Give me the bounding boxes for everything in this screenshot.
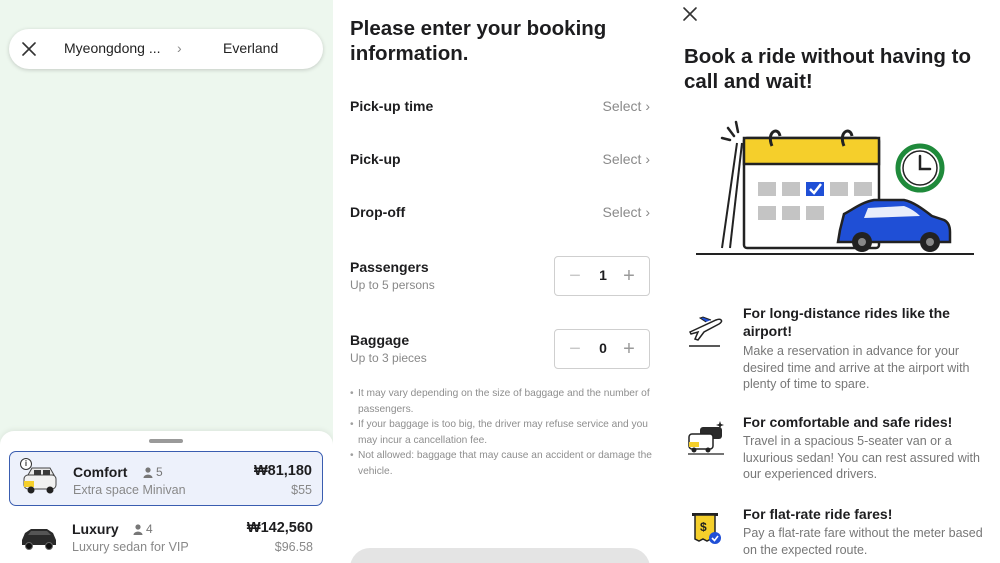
ride-capacity: 5 [143, 465, 163, 479]
person-icon [143, 466, 153, 478]
passengers-stepper: − 1 + [554, 256, 650, 296]
feature-title: For flat-rate ride fares! [743, 506, 893, 522]
pickup-row[interactable]: Pick-up Select › [350, 151, 650, 175]
sheet-drag-handle[interactable] [149, 439, 183, 443]
van-icon [688, 421, 724, 455]
ride-name: Luxury [72, 521, 119, 537]
ride-price-krw: ₩142,560 [246, 520, 313, 536]
plus-button[interactable]: + [619, 265, 639, 287]
note-item: It may vary depending on the size of bag… [350, 386, 656, 417]
pickup-time-select[interactable]: Select › [603, 98, 650, 114]
close-icon[interactable] [9, 29, 49, 69]
ride-options-sheet: i Comfort 5 Extra space Minivan ₩81,180 … [0, 431, 333, 563]
baggage-stepper: − 0 + [554, 329, 650, 369]
svg-text:$: $ [700, 520, 707, 534]
feature-body: Make a reservation in advance for your d… [743, 344, 970, 392]
passengers-limit: Up to 5 persons [350, 278, 435, 292]
feature-title: For long-distance rides like the airport… [743, 305, 950, 339]
route-destination[interactable]: Everland [223, 40, 278, 56]
baggage-count: 0 [599, 340, 607, 356]
chevron-right-icon: › [645, 98, 650, 114]
receipt-icon: $ [692, 513, 721, 544]
page-title: Please enter your booking information. [350, 17, 607, 65]
passengers-label: Passengers [350, 259, 429, 275]
ride-capacity: 4 [133, 522, 153, 536]
feature-title: For comfortable and safe rides! [743, 414, 953, 430]
note-item: Not allowed: baggage that may cause an a… [350, 448, 656, 479]
feature-body: Travel in a spacious 5-seater van or a l… [743, 434, 980, 482]
ride-name: Comfort [73, 464, 128, 480]
passengers-count: 1 [599, 267, 607, 283]
minus-button[interactable]: − [565, 338, 585, 360]
confirm-button[interactable] [350, 548, 650, 563]
baggage-limit: Up to 3 pieces [350, 351, 427, 365]
chevron-right-icon: › [177, 40, 182, 56]
ride-price-usd: $96.58 [274, 540, 313, 554]
close-icon[interactable] [681, 5, 699, 23]
ride-option-luxury[interactable]: Luxury 4 Luxury sedan for VIP ₩142,560 $… [9, 509, 323, 563]
dropoff-select[interactable]: Select › [603, 204, 650, 220]
chevron-right-icon: › [645, 204, 650, 220]
minus-button[interactable]: − [565, 265, 585, 287]
feature-body: Pay a flat-rate fare without the meter b… [743, 526, 983, 557]
ride-price-krw: ₩81,180 [253, 463, 312, 479]
pickup-select[interactable]: Select › [603, 151, 650, 167]
select-text: Select [602, 151, 642, 167]
ride-capacity-value: 4 [146, 522, 153, 536]
chevron-right-icon: › [645, 151, 650, 167]
minivan-icon [23, 467, 57, 494]
promo-panel: Book a ride without having to call and w… [667, 0, 1000, 563]
select-text: Select [602, 98, 642, 114]
map-panel: Myeongdong ... › Everland i Comfort 5 Ex… [0, 0, 333, 563]
calendar-car-illustration [696, 120, 974, 255]
baggage-label: Baggage [350, 332, 410, 348]
field-label: Pick-up [350, 151, 401, 167]
person-icon [133, 523, 143, 535]
note-item: If your baggage is too big, the driver m… [350, 417, 656, 448]
promo-title: Book a ride without having to call and w… [684, 45, 971, 93]
field-label: Pick-up time [350, 98, 434, 114]
route-bar[interactable]: Myeongdong ... › Everland [9, 29, 323, 69]
sedan-icon [22, 529, 56, 550]
baggage-notes: It may vary depending on the size of bag… [350, 386, 656, 479]
route-origin[interactable]: Myeongdong ... [64, 40, 161, 56]
ride-capacity-value: 5 [156, 465, 163, 479]
plus-button[interactable]: + [619, 338, 639, 360]
dropoff-row[interactable]: Drop-off Select › [350, 204, 650, 228]
ride-description: Luxury sedan for VIP [72, 540, 189, 554]
pickup-time-row[interactable]: Pick-up time Select › [350, 98, 650, 122]
ride-price-usd: $55 [291, 483, 312, 497]
ride-description: Extra space Minivan [73, 483, 186, 497]
field-label: Drop-off [350, 204, 406, 220]
airplane-icon [688, 316, 723, 347]
select-text: Select [602, 204, 642, 220]
booking-form-panel: Please enter your booking information. P… [333, 0, 667, 563]
ride-option-comfort[interactable]: i Comfort 5 Extra space Minivan ₩81,180 … [9, 451, 323, 506]
